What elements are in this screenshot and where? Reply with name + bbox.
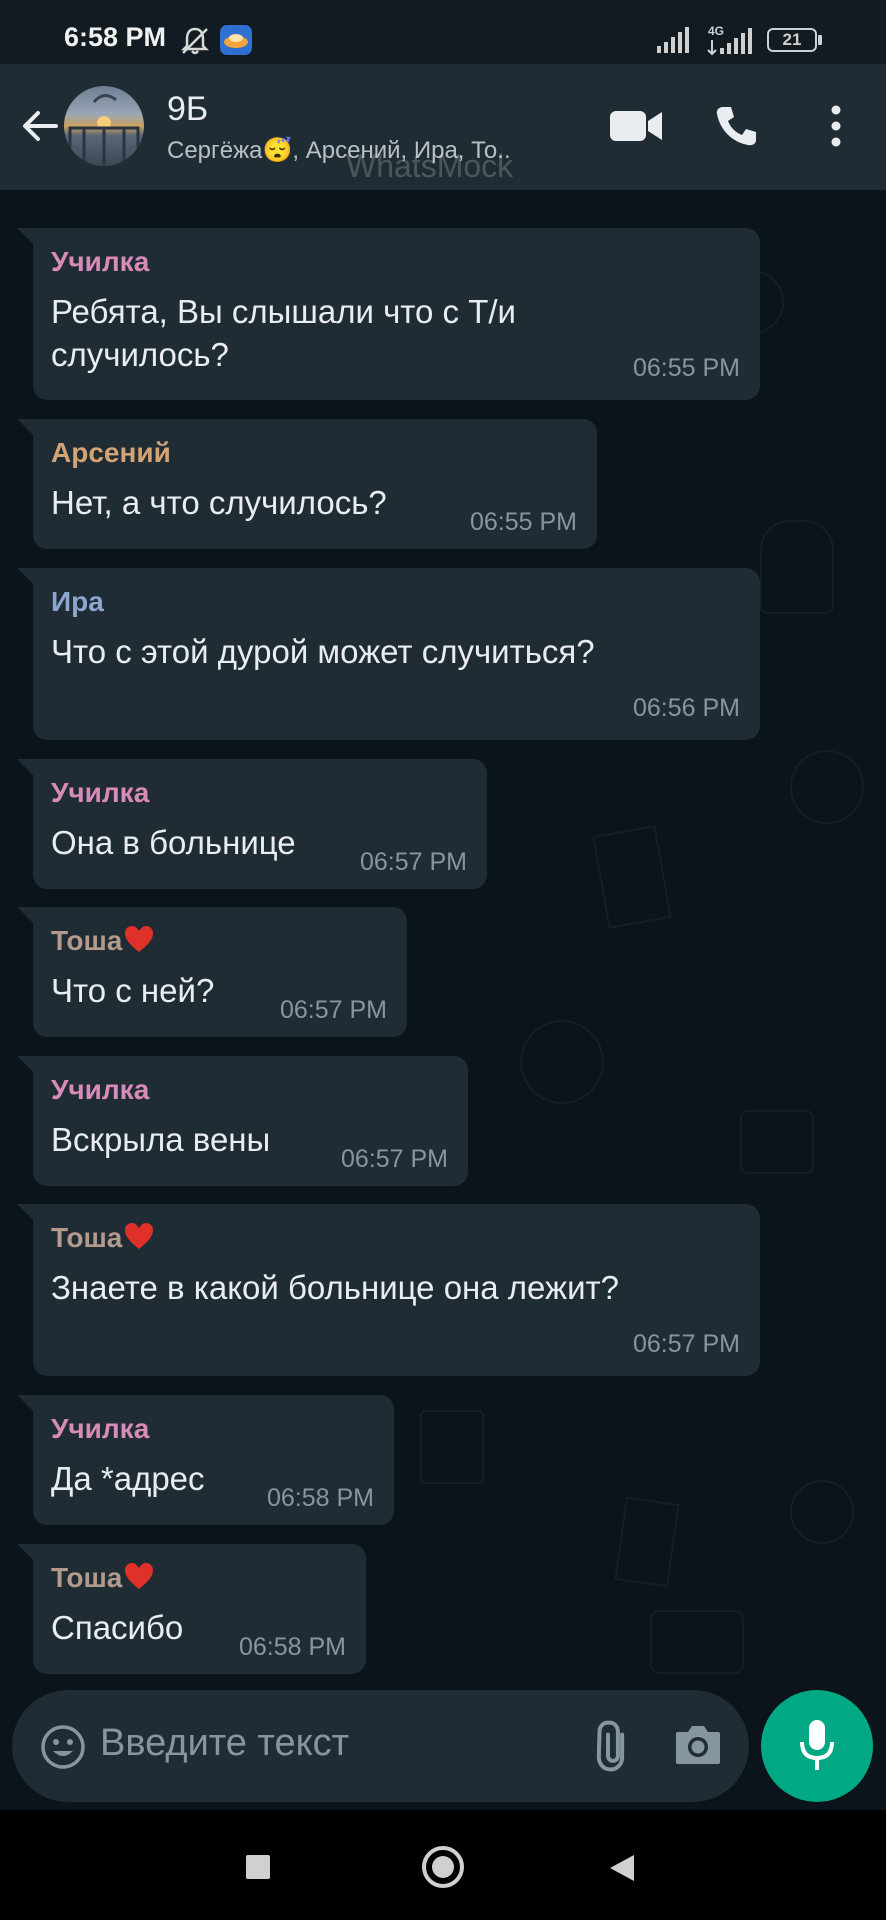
message-bubble[interactable]: Ира Что с этой дурой может случиться? 06… — [17, 568, 760, 740]
message-text: Она в больнице — [51, 824, 296, 861]
message-time: 06:57 PM — [359, 848, 467, 876]
heart-icon — [125, 1563, 154, 1589]
wallpaper-doodle — [740, 1110, 814, 1174]
wallpaper-doodle — [592, 825, 672, 929]
phone-icon[interactable] — [714, 104, 758, 148]
message-time: 06:55 PM — [469, 508, 577, 536]
chat-title[interactable]: 9Б — [167, 90, 208, 129]
microphone-icon — [800, 1720, 834, 1770]
message-text: Спасибо — [51, 1609, 184, 1646]
paperclip-icon[interactable] — [582, 1720, 634, 1772]
home-button[interactable] — [422, 1846, 464, 1888]
camera-icon[interactable] — [674, 1722, 722, 1766]
message-sender-group: Тоша — [51, 925, 154, 957]
message-text: Что с ней? — [51, 972, 215, 1009]
message-bubble[interactable]: Училка Вскрыла вены 06:57 PM — [17, 1056, 468, 1186]
message-sender: Тоша — [51, 925, 123, 956]
chat-area[interactable]: Училка Ребята, Вы слышали что с Т/и случ… — [0, 190, 886, 1690]
wallpaper-doodle — [520, 1020, 604, 1104]
message-text: Знаете в какой больнице она лежит? — [51, 1269, 620, 1306]
system-nav-bar — [0, 1810, 886, 1920]
message-text-line: Ребята, Вы слышали что с Т/и — [51, 293, 516, 330]
home-button-dot — [432, 1856, 454, 1878]
recents-button[interactable] — [246, 1855, 270, 1879]
message-bubble[interactable]: Училка Она в больнице 06:57 PM — [17, 759, 487, 889]
message-sender: Ира — [51, 586, 104, 617]
wallpaper-doodle — [420, 1410, 484, 1484]
heart-icon — [125, 1223, 154, 1249]
signal-4g-icon — [707, 28, 752, 56]
arrow-left-icon[interactable] — [18, 104, 62, 148]
message-time: 06:56 PM — [632, 694, 740, 722]
wallpaper-doodle — [650, 1610, 744, 1674]
message-text-line: случилось? — [51, 336, 229, 373]
message-time: 06:57 PM — [279, 996, 387, 1024]
voice-record-button[interactable] — [761, 1690, 873, 1802]
message-bubble[interactable]: Училка Да *адрес 06:58 PM — [17, 1395, 394, 1525]
message-sender: Училка — [51, 1074, 150, 1105]
message-bubble[interactable]: Тоша Спасибо 06:58 PM — [17, 1544, 366, 1674]
message-time: 06:58 PM — [238, 1633, 346, 1661]
back-nav-icon[interactable] — [608, 1853, 636, 1883]
message-bubble[interactable]: Училка Ребята, Вы слышали что с Т/и случ… — [17, 228, 760, 400]
video-camera-icon[interactable] — [608, 106, 664, 146]
status-time: 6:58 PM — [64, 22, 167, 52]
app-notification-icon — [220, 25, 252, 55]
message-sender: Тоша — [51, 1222, 123, 1253]
watermark: WhatsMock — [346, 148, 514, 184]
message-sender: Училка — [51, 777, 150, 808]
more-vert-icon[interactable] — [826, 104, 846, 148]
message-text: Вскрыла вены — [51, 1121, 271, 1158]
bell-off-icon — [180, 27, 210, 55]
message-time: 06:57 PM — [340, 1145, 448, 1173]
message-sender: Училка — [51, 246, 150, 277]
avatar-image — [68, 94, 140, 166]
wallpaper-doodle — [614, 1496, 680, 1588]
message-sender: Арсений — [51, 437, 171, 468]
message-text: Ребята, Вы слышали что с Т/и случилось? — [51, 290, 516, 376]
signal-icon — [657, 27, 689, 53]
heart-icon — [125, 926, 154, 952]
message-bubble[interactable]: Тоша Что с ней? 06:57 PM — [17, 907, 407, 1037]
message-bubble[interactable]: Арсений Нет, а что случилось? 06:55 PM — [17, 419, 597, 549]
message-bubble[interactable]: Тоша Знаете в какой больнице она лежит? … — [17, 1204, 760, 1376]
message-time: 06:55 PM — [632, 354, 740, 382]
message-input-bar: Введите текст — [12, 1690, 749, 1802]
wallpaper-doodle — [790, 1480, 854, 1544]
wallpaper-doodle — [790, 750, 864, 824]
message-time: 06:58 PM — [266, 1484, 374, 1512]
message-text: Нет, а что случилось? — [51, 484, 387, 521]
battery-tip — [818, 35, 822, 45]
message-time: 06:57 PM — [632, 1330, 740, 1358]
battery-icon: 21 — [767, 28, 817, 52]
message-sender: Тоша — [51, 1562, 123, 1593]
message-sender-group: Тоша — [51, 1562, 154, 1594]
message-input[interactable]: Введите текст — [100, 1722, 349, 1765]
message-sender: Училка — [51, 1413, 150, 1444]
group-avatar[interactable] — [64, 86, 144, 166]
emoji-icon[interactable] — [40, 1724, 86, 1770]
status-bar: 6:58 PM 4G 21 — [0, 0, 886, 64]
wallpaper-doodle — [760, 520, 834, 614]
message-sender-group: Тоша — [51, 1222, 154, 1254]
message-text: Что с этой дурой может случиться? — [51, 633, 595, 670]
message-text: Да *адрес — [51, 1460, 205, 1497]
battery-level: 21 — [782, 30, 802, 49]
chat-header: 9Б Сергёжа😴, Арсений, Ира, То.. WhatsMoc… — [0, 64, 886, 190]
